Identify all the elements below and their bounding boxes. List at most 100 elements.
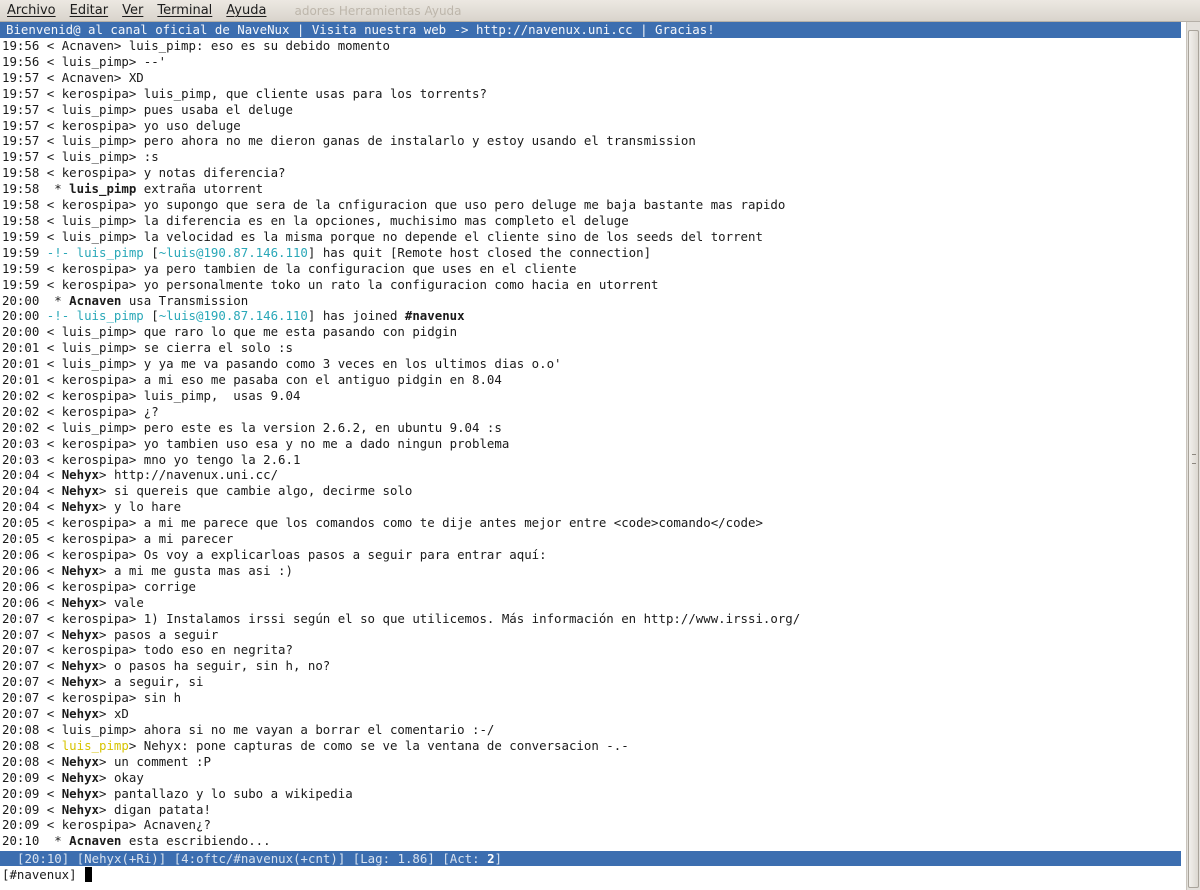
chat-time: 20:07	[2, 610, 40, 626]
chat-line: 19:57 < luis_pimp> pero ahora no me dier…	[2, 133, 1182, 149]
chat-line: 20:04 < Nehyx> si quereis que cambie alg…	[2, 483, 1182, 499]
chat-time: 20:07	[2, 690, 40, 706]
chat-nick: kerospipa	[61, 165, 129, 181]
chat-time: 20:01	[2, 340, 40, 356]
chat-nick: luis_pimp	[61, 737, 129, 753]
chat-line: 20:01 < luis_pimp> y ya me va pasando co…	[2, 356, 1182, 372]
chat-nick: Nehyx	[61, 658, 100, 674]
chat-line: 19:57 < kerospipa> yo uso deluge	[2, 118, 1182, 134]
nick-bracket: <	[39, 372, 62, 388]
status-bracket: ] [	[61, 851, 85, 866]
chat-text: XD	[128, 69, 144, 85]
menu-ver[interactable]: Ver	[122, 3, 151, 18]
nick-bracket: <	[39, 467, 62, 483]
nick-bracket: <	[39, 483, 62, 499]
chat-line: 20:06 < kerospipa> corrige	[2, 579, 1182, 595]
menubar-ghost-text: adores Herramientas Ayuda	[294, 3, 462, 18]
chat-text: vale	[113, 594, 144, 610]
nick-bracket: >	[99, 483, 114, 499]
nick-bracket: <	[39, 85, 62, 101]
event-channel: #navenux	[404, 308, 465, 324]
input-line[interactable]: [#navenux]	[2, 867, 92, 883]
chat-line: 20:08 < luis_pimp> Nehyx: pone capturas …	[2, 738, 1182, 754]
nick-bracket: <	[39, 117, 62, 133]
chat-text: Os voy a explicarloas pasos a seguir par…	[143, 547, 547, 562]
chat-line: 19:59 < kerospipa> yo personalmente toko…	[2, 277, 1182, 293]
chat-time: 20:02	[2, 403, 40, 419]
chat-nick: Nehyx	[61, 674, 100, 690]
nick-bracket: <	[39, 594, 62, 610]
status-bracket: ] [	[337, 851, 361, 866]
nick-bracket: >	[128, 197, 144, 213]
chat-line: 19:58 * luis_pimp extraña utorrent	[2, 181, 1182, 197]
nick-bracket: <	[39, 387, 62, 403]
chat-nick: kerospipa	[61, 451, 129, 467]
chat-time: 20:04	[2, 499, 40, 515]
chat-time: 19:58	[2, 197, 40, 213]
scrollbar-thumb[interactable]	[1188, 30, 1199, 888]
menu-editar[interactable]: Editar	[70, 3, 117, 18]
chat-nick: luis_pimp	[61, 149, 129, 165]
chat-nick: kerospipa	[61, 642, 129, 658]
terminal-area[interactable]: Bienvenid@ al canal oficial de NaveNux |…	[0, 22, 1186, 890]
nick-bracket: <	[39, 165, 62, 181]
nick-bracket: >	[128, 165, 144, 181]
nick-bracket: >	[128, 419, 144, 435]
chat-text: luis_pimp, usas 9.04	[143, 387, 301, 403]
chat-line: 20:03 < kerospipa> mno yo tengo la 2.6.1	[2, 452, 1182, 468]
chat-line: 19:57 < Acnaven> XD	[2, 70, 1182, 86]
nick-bracket: <	[39, 324, 62, 340]
event-bracket: ]	[307, 308, 323, 324]
chat-line: 20:02 < kerospipa> ¿?	[2, 404, 1182, 420]
chat-text: pero ahora no me dieron ganas de instala…	[143, 133, 696, 149]
chat-nick: Nehyx	[61, 801, 100, 817]
chat-text: a mi me parece que los comandos como te …	[143, 515, 763, 531]
chat-line: 20:10 * Acnaven esta escribiendo...	[2, 833, 1182, 849]
menubar: Archivo Editar Ver Terminal Ayuda adores…	[0, 0, 1200, 22]
chat-text: y ya me va pasando como 3 veces en los u…	[143, 356, 562, 372]
menu-terminal[interactable]: Terminal	[157, 3, 220, 18]
chat-line: 20:07 < kerospipa> 1) Instalamos irssi s…	[2, 611, 1182, 627]
chat-text: esta escribiendo...	[128, 833, 271, 849]
chat-line: 20:08 < luis_pimp> ahora si no me vayan …	[2, 722, 1182, 738]
chat-nick: luis_pimp	[61, 212, 129, 228]
nick-bracket: >	[128, 737, 144, 753]
nick-bracket: <	[39, 753, 62, 769]
nick-bracket: <	[39, 690, 62, 706]
chat-time: 19:59	[2, 276, 40, 292]
chat-line: 20:00 < luis_pimp> que raro lo que me es…	[2, 324, 1182, 340]
nick-bracket: >	[128, 85, 144, 101]
chat-time: 20:09	[2, 801, 40, 817]
chat-text: a mi me gusta mas asi :)	[113, 562, 293, 578]
chat-nick: Nehyx	[61, 499, 100, 515]
nick-bracket: >	[113, 69, 129, 85]
chat-line: 20:09 < Nehyx> digan patata!	[2, 802, 1182, 818]
chat-text: y lo hare	[113, 499, 182, 515]
chat-time: 19:59	[2, 228, 40, 244]
chat-text: http://navenux.uni.cc/	[113, 467, 279, 483]
status-bracket: ]	[494, 851, 502, 866]
chat-time: 20:07	[2, 642, 40, 658]
nick-bracket: >	[99, 674, 114, 690]
chat-time: 20:09	[2, 817, 40, 833]
event-bracket: ]	[307, 244, 323, 260]
nick-bracket: <	[39, 133, 62, 149]
chat-nick: luis_pimp	[61, 324, 129, 340]
chat-time: 20:01	[2, 372, 40, 388]
chat-text: si quereis que cambie algo, decirme solo	[113, 483, 413, 499]
chat-time: 20:07	[2, 626, 40, 642]
nick-bracket: >	[128, 610, 144, 626]
chat-nick: kerospipa	[61, 197, 129, 213]
menu-archivo[interactable]: Archivo	[7, 3, 64, 18]
chat-line: 20:01 < kerospipa> a mi eso me pasaba co…	[2, 372, 1182, 388]
vertical-scrollbar[interactable]	[1186, 22, 1200, 890]
nick-bracket: >	[99, 801, 114, 817]
chat-time: 20:02	[2, 387, 40, 403]
menu-ayuda[interactable]: Ayuda	[226, 3, 274, 18]
nick-bracket: >	[99, 562, 114, 578]
event-marker: -!-	[39, 244, 77, 260]
chat-text: pantallazo y lo subo a wikipedia	[113, 785, 353, 801]
nick-bracket: <	[39, 53, 62, 69]
nick-bracket: <	[39, 769, 62, 785]
chat-nick: Acnaven	[69, 833, 122, 849]
